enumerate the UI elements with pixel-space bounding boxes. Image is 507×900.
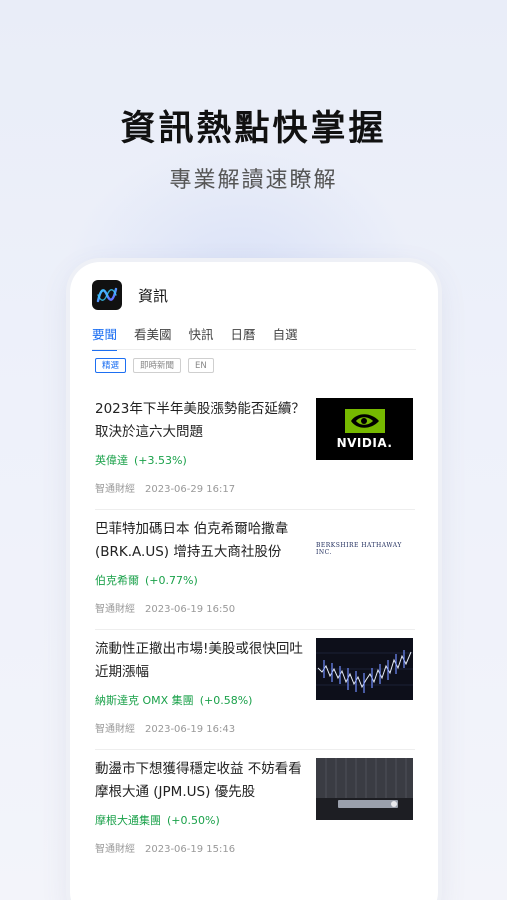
news-date: 2023-06-19 16:43 — [145, 724, 236, 735]
news-meta: 智通財經 2023-06-19 16:50 — [95, 600, 235, 615]
news-related-stock[interactable]: 摩根大通集團 (+0.50%) — [95, 812, 220, 828]
tab-watchlist[interactable]: 自選 — [273, 324, 298, 351]
news-list: 2023年下半年美股漲勢能否延續？取決於這六大問題 英偉達 (+3.53%) 智通… — [95, 390, 415, 870]
berkshire-wordmark: BERKSHIRE HATHAWAY INC. — [316, 542, 402, 556]
app-logo-wave-icon — [92, 280, 122, 310]
news-thumbnail-berkshire[interactable]: BERKSHIRE HATHAWAY INC. — [316, 518, 413, 580]
stock-name: 英偉達 — [95, 454, 128, 467]
news-date: 2023-06-29 16:17 — [145, 484, 236, 495]
phone-frame: 資訊 要聞 看美國 快訊 日曆 自選 精選 即時新聞 EN 2023年下半年美股… — [70, 262, 438, 900]
tab-calendar[interactable]: 日曆 — [231, 324, 256, 351]
tab-headlines[interactable]: 要聞 — [92, 324, 118, 351]
news-related-stock[interactable]: 伯克希爾 (+0.77%) — [95, 572, 198, 588]
stock-change: (+3.53%) — [134, 454, 187, 467]
news-meta: 智通財經 2023-06-29 16:17 — [95, 480, 235, 495]
news-item[interactable]: 動盪市下想獲得穩定收益 不妨看看摩根大通 (JPM.US) 優先股 摩根大通集團… — [95, 750, 415, 870]
news-thumbnail-stock-chart[interactable] — [316, 638, 413, 700]
news-thumbnail-building[interactable] — [316, 758, 413, 820]
stock-change: (+0.58%) — [199, 694, 253, 707]
news-source: 智通財經 — [95, 484, 135, 495]
news-source: 智通財經 — [95, 724, 135, 735]
nvidia-eye-logo-icon — [344, 408, 385, 433]
news-date: 2023-06-19 16:50 — [145, 604, 236, 615]
news-source: 智通財經 — [95, 844, 135, 855]
tab-us-market[interactable]: 看美國 — [134, 324, 172, 351]
stock-change: (+0.50%) — [167, 814, 220, 827]
stock-chart-image — [316, 638, 413, 700]
filter-chip-english[interactable]: EN — [188, 358, 214, 373]
stock-change: (+0.77%) — [145, 574, 198, 587]
stock-name: 納斯達克 OMX 集團 — [95, 694, 194, 707]
nvidia-wordmark: NVIDIA. — [336, 435, 393, 450]
building-photo-image — [316, 758, 413, 820]
news-related-stock[interactable]: 納斯達克 OMX 集團 (+0.58%) — [95, 692, 252, 708]
hero-subtitle: 專業解讀速瞭解 — [169, 168, 338, 193]
news-tabs: 要聞 看美國 快訊 日曆 自選 — [92, 324, 315, 351]
tabs-divider — [92, 349, 416, 350]
stock-name: 伯克希爾 — [95, 574, 139, 587]
news-related-stock[interactable]: 英偉達 (+3.53%) — [95, 452, 187, 468]
news-title[interactable]: 流動性正撤出市場!美股或很快回吐近期漲幅 — [95, 638, 305, 684]
news-item[interactable]: 2023年下半年美股漲勢能否延續？取決於這六大問題 英偉達 (+3.53%) 智通… — [95, 390, 415, 510]
tab-flash[interactable]: 快訊 — [189, 324, 214, 351]
news-item[interactable]: 流動性正撤出市場!美股或很快回吐近期漲幅 納斯達克 OMX 集團 (+0.58%)… — [95, 630, 415, 750]
app-title: 資訊 — [138, 286, 169, 305]
news-meta: 智通財經 2023-06-19 16:43 — [95, 720, 235, 735]
news-date: 2023-06-19 15:16 — [145, 844, 236, 855]
news-title[interactable]: 動盪市下想獲得穩定收益 不妨看看摩根大通 (JPM.US) 優先股 — [95, 758, 305, 804]
filter-chip-featured[interactable]: 精選 — [95, 358, 127, 373]
stock-name: 摩根大通集團 — [95, 814, 161, 827]
filter-chips: 精選 即時新聞 EN — [95, 358, 221, 373]
news-title[interactable]: 2023年下半年美股漲勢能否延續？取決於這六大問題 — [95, 398, 305, 444]
news-item[interactable]: 巴菲特加碼日本 伯克希爾哈撒韋(BRK.A.US) 增持五大商社股份 伯克希爾 (… — [95, 510, 415, 630]
app-header: 資訊 — [92, 280, 168, 310]
news-meta: 智通財經 2023-06-19 15:16 — [95, 840, 235, 855]
news-source: 智通財經 — [95, 604, 135, 615]
hero-title: 資訊熱點快掌握 — [120, 109, 387, 149]
filter-chip-live-news[interactable]: 即時新聞 — [133, 358, 182, 373]
news-thumbnail-nvidia[interactable]: NVIDIA. — [316, 398, 413, 460]
news-title[interactable]: 巴菲特加碼日本 伯克希爾哈撒韋(BRK.A.US) 增持五大商社股份 — [95, 518, 305, 564]
